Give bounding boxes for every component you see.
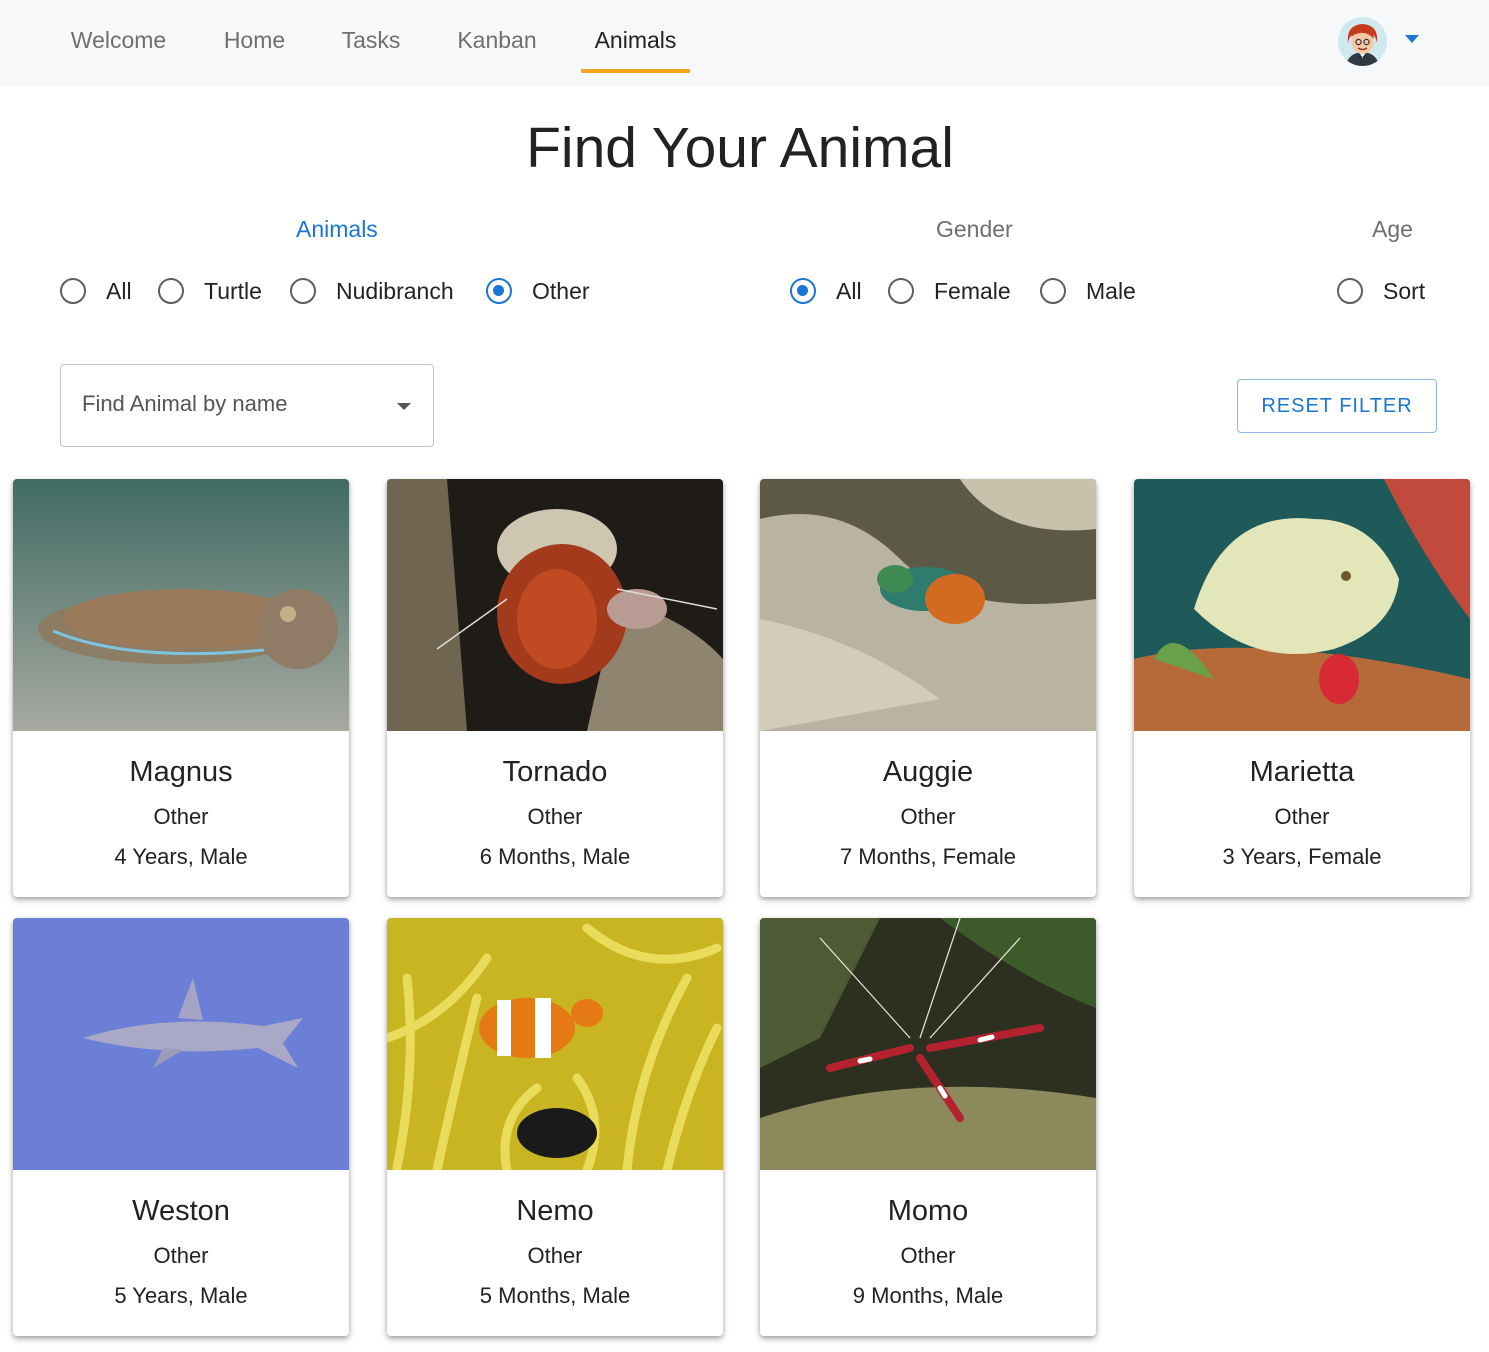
- age-filter-label: Age: [1372, 216, 1413, 242]
- page-title: Find Your Animal: [526, 116, 954, 180]
- radio-animals-turtle[interactable]: Turtle: [158, 272, 262, 310]
- animal-photo: [1134, 479, 1470, 731]
- radio-unchecked-icon: [158, 278, 184, 304]
- animal-card-weston[interactable]: Weston Other 5 Years, Male: [13, 918, 349, 1336]
- radio-checked-icon: [486, 278, 512, 304]
- animal-type: Other: [900, 1243, 956, 1268]
- radio-label: Sort: [1383, 277, 1426, 304]
- radio-label: Other: [532, 277, 590, 304]
- animal-card-auggie[interactable]: Auggie Other 7 Months, Female: [760, 479, 1096, 897]
- animals-filter-label: Animals: [296, 216, 378, 242]
- animal-type: Other: [1274, 804, 1330, 829]
- radio-unchecked-icon: [1337, 278, 1363, 304]
- animal-name: Magnus: [129, 756, 233, 788]
- animal-name: Auggie: [882, 756, 974, 788]
- radio-label: All: [836, 277, 862, 304]
- animal-photo: [387, 479, 723, 731]
- animal-name: Weston: [132, 1195, 230, 1227]
- gender-filter-label: Gender: [936, 216, 1013, 242]
- radio-unchecked-icon: [60, 278, 86, 304]
- animal-photo: [13, 918, 349, 1170]
- radio-label: Female: [934, 277, 1011, 304]
- animal-type: Other: [527, 804, 583, 829]
- animal-age-gender: 3 Years, Female: [1222, 844, 1382, 869]
- animal-type: Other: [153, 804, 209, 829]
- animal-photo: [760, 479, 1096, 731]
- animal-name: Tornado: [502, 756, 608, 788]
- animal-photo: [387, 918, 723, 1170]
- animal-name: Marietta: [1249, 756, 1355, 788]
- animal-photo: [13, 479, 349, 731]
- animal-card-momo[interactable]: Momo Other 9 Months, Male: [760, 918, 1096, 1336]
- radio-label: Nudibranch: [336, 277, 454, 304]
- animal-age-gender: 6 Months, Male: [479, 844, 631, 869]
- radio-label: All: [106, 277, 132, 304]
- tab-kanban[interactable]: Kanban: [446, 0, 548, 80]
- search-placeholder: Find Animal by name: [82, 391, 288, 416]
- tab-home[interactable]: Home: [212, 0, 297, 80]
- radio-animals-all[interactable]: All: [60, 272, 132, 310]
- radio-unchecked-icon: [290, 278, 316, 304]
- user-avatar-icon[interactable]: [1338, 17, 1387, 66]
- radio-gender-female[interactable]: Female: [888, 272, 1011, 310]
- animal-type: Other: [153, 1243, 209, 1268]
- animal-card-tornado[interactable]: Tornado Other 6 Months, Male: [387, 479, 723, 897]
- tab-animals[interactable]: Animals: [581, 0, 690, 80]
- top-navbar: Welcome Home Tasks Kanban Animals: [0, 0, 1489, 86]
- animal-age-gender: 5 Months, Male: [479, 1283, 631, 1308]
- animal-card-nemo[interactable]: Nemo Other 5 Months, Male: [387, 918, 723, 1336]
- animal-type: Other: [900, 804, 956, 829]
- animal-photo: [760, 918, 1096, 1170]
- tab-tasks[interactable]: Tasks: [330, 0, 412, 80]
- radio-label: Male: [1086, 277, 1136, 304]
- animal-card-marietta[interactable]: Marietta Other 3 Years, Female: [1134, 479, 1470, 897]
- radio-age-sort[interactable]: Sort: [1337, 272, 1425, 310]
- radio-label: Turtle: [204, 277, 262, 304]
- animal-name: Nemo: [516, 1195, 594, 1227]
- radio-unchecked-icon: [1040, 278, 1066, 304]
- radio-animals-nudibranch[interactable]: Nudibranch: [290, 272, 454, 310]
- animal-age-gender: 7 Months, Female: [839, 844, 1017, 869]
- radio-gender-all[interactable]: All: [790, 272, 862, 310]
- tab-welcome[interactable]: Welcome: [60, 0, 177, 80]
- radio-checked-icon: [790, 278, 816, 304]
- radio-unchecked-icon: [888, 278, 914, 304]
- dropdown-arrow-icon: [397, 403, 411, 410]
- caret-down-icon[interactable]: [1405, 35, 1419, 43]
- animal-age-gender: 9 Months, Male: [852, 1283, 1004, 1308]
- animal-name-search-select[interactable]: Find Animal by name: [60, 364, 434, 447]
- reset-filter-button[interactable]: RESET FILTER: [1237, 379, 1437, 433]
- active-tab-indicator: [581, 69, 690, 73]
- animal-name: Momo: [887, 1195, 969, 1227]
- animal-type: Other: [527, 1243, 583, 1268]
- radio-gender-male[interactable]: Male: [1040, 272, 1136, 310]
- animal-card-magnus[interactable]: Magnus Other 4 Years, Male: [13, 479, 349, 897]
- animal-age-gender: 5 Years, Male: [114, 1283, 248, 1308]
- animal-age-gender: 4 Years, Male: [114, 844, 248, 869]
- radio-animals-other[interactable]: Other: [486, 272, 590, 310]
